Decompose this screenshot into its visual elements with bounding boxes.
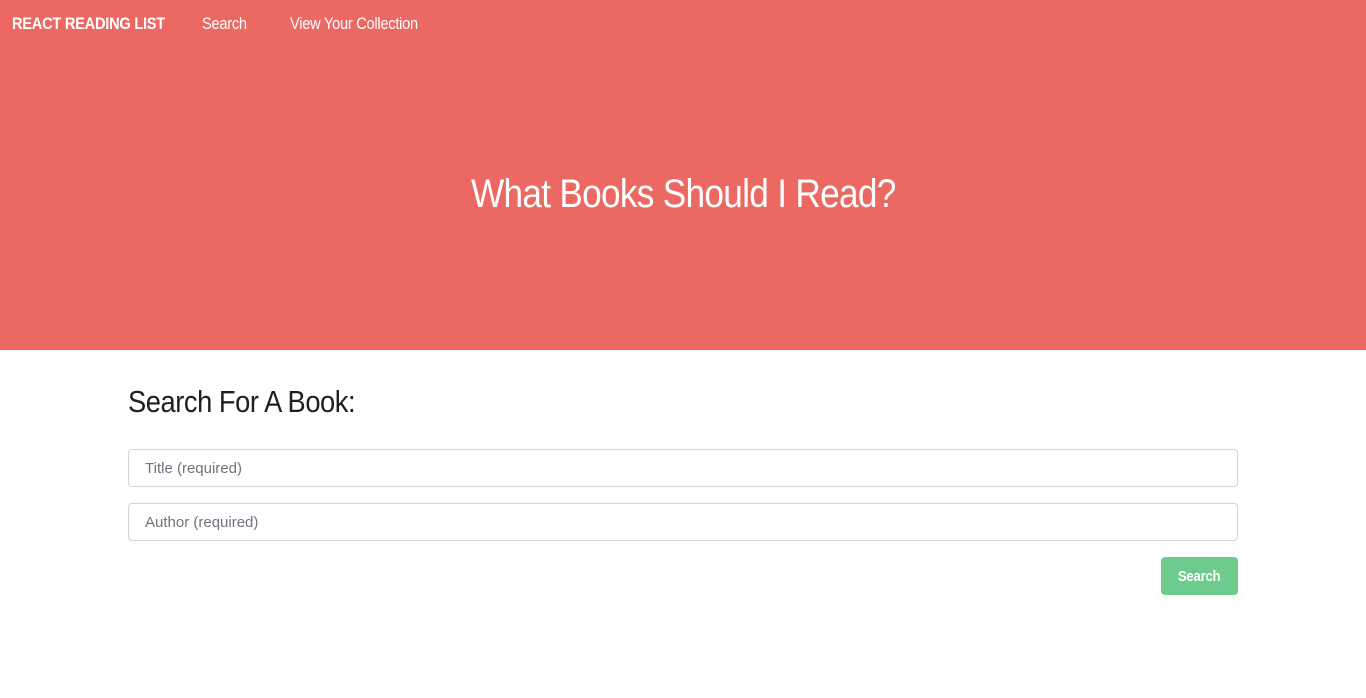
search-button-label: Search (1178, 567, 1221, 585)
top-navbar: REACT READING LIST Search View Your Coll… (0, 0, 418, 48)
title-input[interactable] (128, 449, 1238, 487)
nav-link-search[interactable]: Search (202, 14, 247, 34)
author-input[interactable] (128, 503, 1238, 541)
hero-title: What Books Should I Read? (0, 166, 1366, 222)
search-button[interactable]: Search (1161, 557, 1238, 595)
brand-link[interactable]: REACT READING LIST (12, 14, 165, 34)
search-heading: Search For A Book: (128, 384, 356, 419)
nav-link-view-collection[interactable]: View Your Collection (290, 14, 418, 34)
hero-title-text: What Books Should I Read? (470, 172, 896, 216)
hero-banner: REACT READING LIST Search View Your Coll… (0, 0, 1366, 350)
